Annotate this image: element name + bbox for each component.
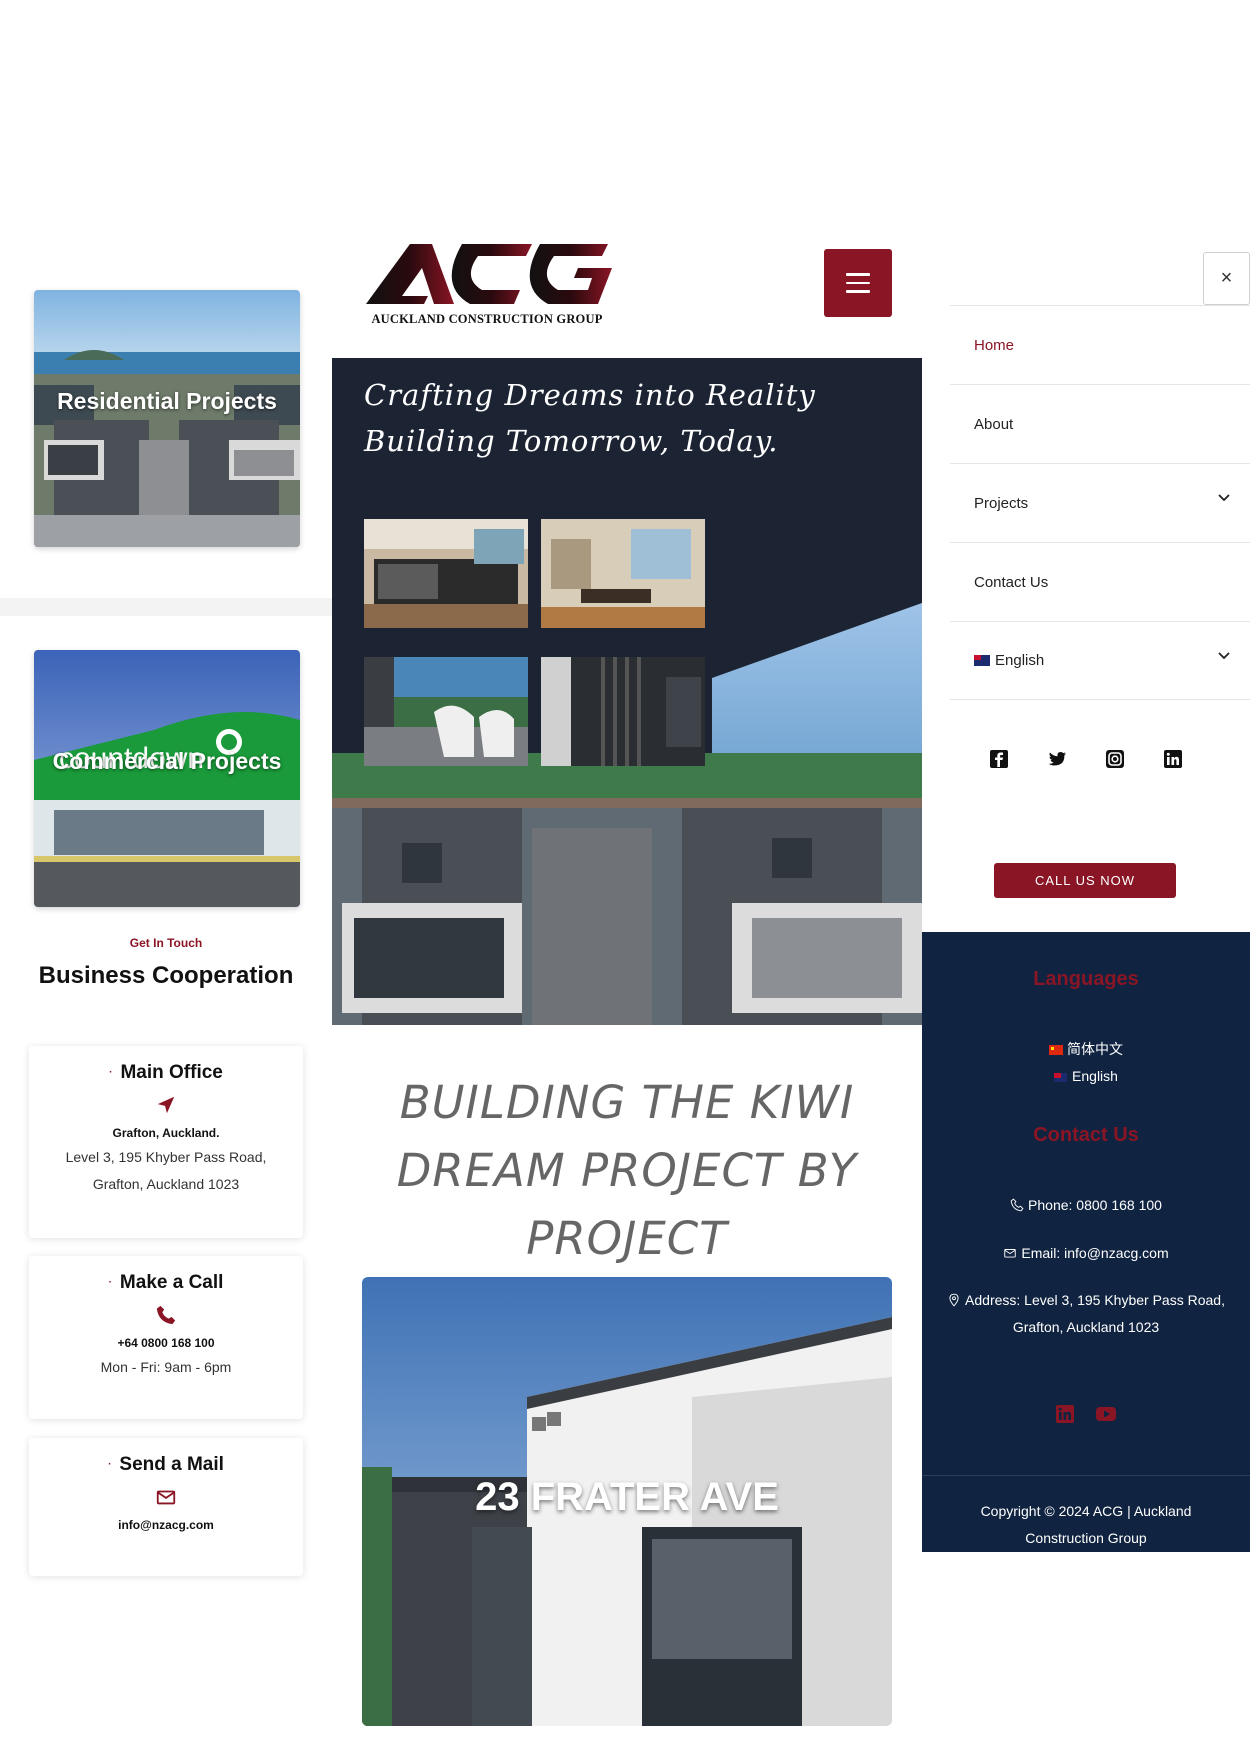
residential-photo: [34, 290, 300, 547]
commercial-projects-card[interactable]: countdown Commercial Projects: [34, 650, 300, 907]
gallery-thumb-kitchen[interactable]: [364, 519, 528, 628]
main-column: AUCKLAND CONSTRUCTION GROUP Crafting Dre…: [332, 226, 922, 1726]
address-line1: Address: Level 3, 195 Khyber Pass Road,: [965, 1292, 1225, 1308]
commercial-title: Commercial Projects: [52, 748, 282, 774]
cn-flag-icon: [1049, 1045, 1063, 1056]
make-a-call-card: · Make a Call +64 0800 168 100 Mon - Fri:…: [29, 1256, 303, 1419]
main-office-card: · Main Office Grafton, Auckland. Level 3,…: [29, 1046, 303, 1238]
left-column: Residential Projects countdown Commercia…: [0, 252, 332, 1672]
language-chinese[interactable]: 简体中文: [922, 1036, 1250, 1063]
footer-phone[interactable]: Phone: 0800 168 100: [922, 1197, 1250, 1213]
residential-title: Residential Projects: [57, 388, 277, 414]
nav-item-projects[interactable]: Projects: [950, 463, 1250, 542]
nav-label-english: English: [995, 652, 1045, 669]
address-line2: Grafton, Auckland 1023: [1012, 1319, 1160, 1335]
chevron-down-icon[interactable]: [1218, 650, 1230, 662]
residential-card-section: Residential Projects: [0, 252, 332, 598]
contact-us-heading: Contact Us: [1033, 1124, 1139, 1146]
linkedin-icon[interactable]: [1055, 1404, 1075, 1424]
call-hours: Mon - Fri: 9am - 6pm: [100, 1359, 232, 1375]
send-a-mail-card: · Send a Mail info@nzacg.com: [29, 1438, 303, 1576]
section-divider: [0, 598, 332, 616]
nav-label-about: About: [974, 415, 1014, 433]
office-address-line1: Level 3, 195 Khyber Pass Road,: [65, 1149, 267, 1165]
copyright-line2: Construction Group: [1025, 1530, 1147, 1546]
location-pin-icon: [949, 1293, 959, 1307]
nav-label-home: Home: [974, 336, 1015, 354]
call-number[interactable]: +64 0800 168 100: [29, 1336, 303, 1350]
menu-bar: [846, 281, 870, 285]
mail-icon: [156, 1490, 176, 1505]
mail-icon: [1004, 1249, 1017, 1258]
youtube-icon[interactable]: [1095, 1404, 1117, 1424]
mail-address[interactable]: info@nzacg.com: [29, 1518, 303, 1532]
main-office-heading: · Main Office: [109, 1062, 223, 1083]
twitter-icon[interactable]: [1047, 749, 1067, 769]
languages-heading: Languages: [1033, 968, 1139, 990]
language-english[interactable]: English: [922, 1063, 1250, 1090]
copyright: Copyright © 2024 ACG | Auckland Construc…: [922, 1498, 1250, 1552]
nav-label-contact: Contact Us: [974, 573, 1049, 591]
commercial-card-section: countdown Commercial Projects: [0, 616, 332, 916]
get-in-touch-eyebrow: Get In Touch: [129, 936, 203, 950]
hero-tagline-line2: Building Tomorrow, Today.: [364, 424, 779, 458]
footer-social-links: [922, 1404, 1250, 1424]
footer-email[interactable]: Email: info@nzacg.com: [922, 1245, 1250, 1261]
office-address-line2: Grafton, Auckland 1023: [92, 1176, 240, 1192]
mobile-nav-panel: × Home About Projects Contact Us English…: [922, 252, 1250, 932]
chevron-down-icon[interactable]: [1218, 492, 1230, 504]
hamburger-menu-button[interactable]: [824, 249, 892, 317]
nav-item-contact-us[interactable]: Contact Us: [950, 542, 1250, 621]
nav-item-about[interactable]: About: [950, 384, 1250, 463]
footer-separator: [922, 1475, 1250, 1476]
nz-flag-icon: [1054, 1072, 1068, 1082]
kiwi-dream-headline: BUILDING THE KIWI DREAM PROJECT BY PROJE…: [396, 1076, 858, 1265]
nav-item-home[interactable]: Home: [950, 305, 1250, 384]
phone-icon: [156, 1305, 176, 1325]
nav-item-language[interactable]: English: [950, 621, 1250, 700]
hero-banner: Crafting Dreams into Reality Building To…: [332, 358, 922, 1025]
featured-project-card[interactable]: 23 FRATER AVE: [362, 1277, 892, 1726]
menu-bar: [846, 273, 870, 276]
business-cooperation-title: Business Cooperation: [38, 962, 294, 989]
commercial-photo: countdown: [34, 650, 300, 907]
featured-project-title: 23 FRATER AVE: [475, 1475, 779, 1519]
facebook-icon[interactable]: [989, 749, 1009, 769]
office-city: Grafton, Auckland.: [112, 1126, 220, 1140]
gallery-thumb-balcony[interactable]: [364, 657, 528, 766]
nav-social-links: [922, 749, 1250, 769]
nav-label-projects: Projects: [974, 494, 1029, 512]
menu-bar: [846, 290, 870, 293]
hero-tagline-line1: Crafting Dreams into Reality: [364, 378, 816, 412]
send-a-mail-heading: · Send a Mail: [108, 1454, 224, 1475]
language-list: 简体中文 English: [922, 1036, 1250, 1090]
close-menu-button[interactable]: ×: [1203, 252, 1250, 305]
copyright-line1: Copyright © 2024 ACG | Auckland: [980, 1503, 1192, 1519]
instagram-icon[interactable]: [1105, 749, 1125, 769]
nz-flag-icon: [974, 655, 990, 666]
logo-subtitle: AUCKLAND CONSTRUCTION GROUP: [371, 312, 603, 326]
residential-projects-card[interactable]: Residential Projects: [34, 290, 300, 547]
footer-panel: Languages 简体中文 English Contact Us Phone:…: [922, 932, 1250, 1552]
call-us-now-button[interactable]: CALL US NOW: [994, 863, 1176, 898]
linkedin-icon[interactable]: [1163, 749, 1183, 769]
make-a-call-heading: · Make a Call: [108, 1272, 224, 1293]
phone-icon: [1010, 1198, 1024, 1212]
navigation-arrow-icon: [157, 1096, 175, 1114]
gallery-thumb-facade[interactable]: [541, 657, 705, 766]
gallery-thumb-dining[interactable]: [541, 519, 705, 628]
footer-address: Address: Level 3, 195 Khyber Pass Road, …: [922, 1287, 1250, 1341]
